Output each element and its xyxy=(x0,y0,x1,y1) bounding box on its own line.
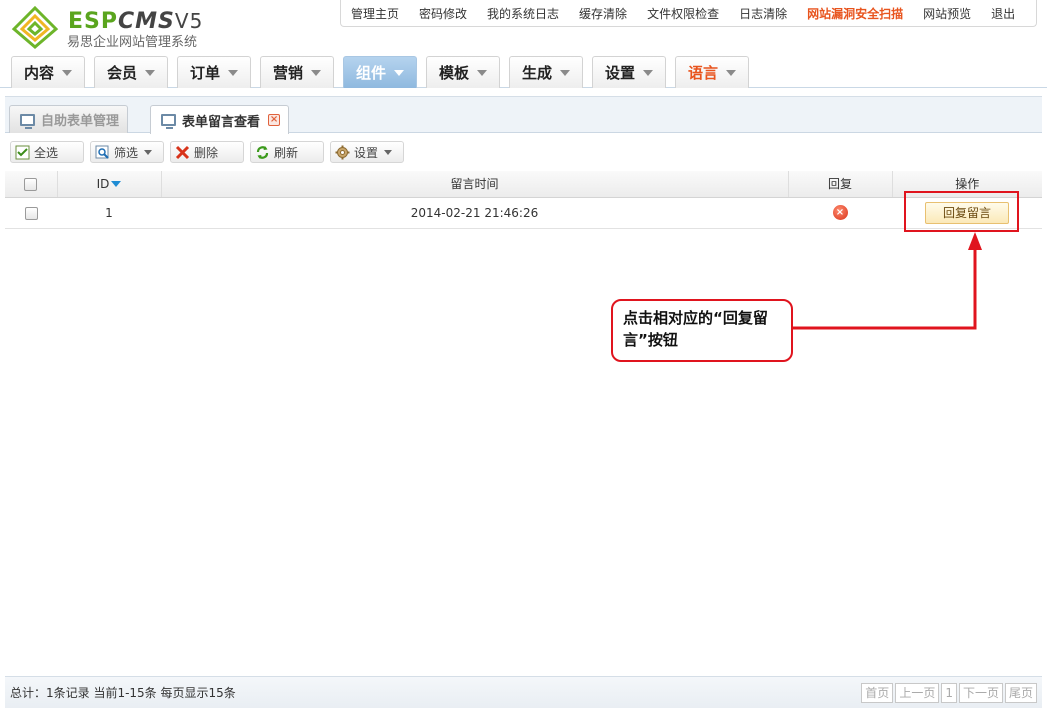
top-link-clear-cache[interactable]: 缓存清除 xyxy=(569,5,637,22)
not-replied-icon: × xyxy=(832,205,848,220)
settings-label: 设置 xyxy=(354,145,379,160)
table-header-row: ID 留言时间 回复 操作 xyxy=(5,171,1042,198)
pager-last[interactable]: 尾页 xyxy=(1004,682,1037,703)
monitor-icon xyxy=(20,113,35,129)
delete-label: 删除 xyxy=(194,145,219,160)
sort-desc-icon[interactable] xyxy=(111,181,122,188)
highlight-box xyxy=(904,191,1019,232)
row-checkbox[interactable] xyxy=(24,206,38,220)
filter-label: 筛选 xyxy=(114,145,139,160)
record-summary: 总计：1条记录 当前1-15条 每页显示15条 xyxy=(10,686,236,700)
column-header-time: 留言时间 xyxy=(161,171,789,198)
chevron-down-icon xyxy=(394,69,404,76)
main-tab-label: 内容 xyxy=(23,64,54,82)
main-tab-settings[interactable]: 设置 xyxy=(592,56,666,88)
top-link-home[interactable]: 管理主页 xyxy=(341,5,409,22)
logo-emblem-icon xyxy=(11,5,59,49)
main-tab-order[interactable]: 订单 xyxy=(177,56,251,88)
pager-page-1[interactable]: 1 xyxy=(941,682,957,703)
chevron-down-icon xyxy=(477,69,487,76)
top-link-logout[interactable]: 退出 xyxy=(981,5,1025,22)
row-reply-status-cell: × xyxy=(788,197,892,229)
top-link-preview[interactable]: 网站预览 xyxy=(913,5,981,22)
main-nav: 内容 会员 订单 营销 组件 模板 生成 设置 语言 xyxy=(0,52,1047,88)
chevron-down-icon xyxy=(145,69,155,76)
tab-form-manage[interactable]: 自助表单管理 xyxy=(9,105,129,133)
tab-form-message-view[interactable]: 表单留言查看 × xyxy=(150,105,290,134)
chevron-down-icon xyxy=(144,149,153,155)
content-panel: 自助表单管理 表单留言查看 × 全选 筛选 删除 刷新 设置 ID 留言时间 回… xyxy=(5,96,1042,708)
header-checkbox-cell xyxy=(5,171,58,198)
chevron-down-icon xyxy=(643,69,653,76)
filter-button[interactable]: 筛选 xyxy=(90,141,164,163)
message-table: ID 留言时间 回复 操作 1 2014-02-21 21:46:26 × 回复… xyxy=(5,171,1042,229)
tab-label: 自助表单管理 xyxy=(41,114,120,129)
monitor-icon xyxy=(161,114,176,129)
top-link-my-log[interactable]: 我的系统日志 xyxy=(477,5,569,22)
top-link-clear-log[interactable]: 日志清除 xyxy=(729,5,797,22)
top-link-file-permission[interactable]: 文件权限检查 xyxy=(637,5,729,22)
main-tab-label: 组件 xyxy=(355,64,386,82)
logo-subtitle: 易思企业网站管理系统 xyxy=(67,35,198,50)
chevron-down-icon xyxy=(726,69,736,76)
row-time: 2014-02-21 21:46:26 xyxy=(161,197,788,229)
select-all-checkbox[interactable] xyxy=(24,177,38,191)
main-tab-label: 模板 xyxy=(438,64,469,82)
main-tab-label: 订单 xyxy=(189,64,220,82)
column-header-id[interactable]: ID xyxy=(57,171,162,198)
refresh-button[interactable]: 刷新 xyxy=(250,141,324,163)
delete-button[interactable]: 删除 xyxy=(170,141,244,163)
main-tab-label: 生成 xyxy=(521,64,552,82)
chevron-down-icon xyxy=(228,69,238,76)
main-tab-label: 会员 xyxy=(106,64,137,82)
close-icon[interactable]: × xyxy=(268,114,281,126)
annotation-callout: 点击相对应的“回复留言”按钮 xyxy=(611,299,793,362)
page: ESPCMSV5 易思企业网站管理系统 管理主页 密码修改 我的系统日志 缓存清… xyxy=(0,0,1047,712)
main-tab-content[interactable]: 内容 xyxy=(11,56,85,88)
delete-x-icon xyxy=(175,145,190,160)
top-link-password[interactable]: 密码修改 xyxy=(409,5,477,22)
main-tab-label: 语言 xyxy=(687,64,718,82)
select-all-icon xyxy=(15,145,30,160)
column-header-id-label: ID xyxy=(96,176,110,191)
main-tab-template[interactable]: 模板 xyxy=(426,56,500,88)
search-icon xyxy=(95,145,110,160)
table-row: 1 2014-02-21 21:46:26 × 回复留言 xyxy=(5,197,1042,229)
logo: ESPCMSV5 易思企业网站管理系统 xyxy=(10,5,220,50)
main-tab-label: 设置 xyxy=(604,64,635,82)
chevron-down-icon xyxy=(384,149,393,155)
main-tab-component[interactable]: 组件 xyxy=(343,56,417,88)
row-checkbox-cell xyxy=(5,197,57,229)
row-id: 1 xyxy=(57,197,161,229)
top-nav: 管理主页 密码修改 我的系统日志 缓存清除 文件权限检查 日志清除 网站漏洞安全… xyxy=(340,0,1037,27)
settings-button[interactable]: 设置 xyxy=(330,141,404,163)
refresh-label: 刷新 xyxy=(274,145,299,160)
main-tab-label: 营销 xyxy=(272,64,303,82)
footer-bar: 总计：1条记录 当前1-15条 每页显示15条 首页 上一页 1 下一页 尾页 xyxy=(5,676,1042,708)
chevron-down-icon xyxy=(560,69,570,76)
select-all-label: 全选 xyxy=(34,145,59,160)
chevron-down-icon xyxy=(311,69,321,76)
toolbar: 全选 筛选 删除 刷新 设置 xyxy=(5,137,1042,169)
top-link-security-scan[interactable]: 网站漏洞安全扫描 xyxy=(797,5,913,22)
main-tab-generate[interactable]: 生成 xyxy=(509,56,583,88)
pager-prev[interactable]: 上一页 xyxy=(895,682,940,703)
refresh-icon xyxy=(255,145,270,160)
select-all-button[interactable]: 全选 xyxy=(10,141,84,163)
pager-next[interactable]: 下一页 xyxy=(958,682,1003,703)
chevron-down-icon xyxy=(62,69,72,76)
main-tab-marketing[interactable]: 营销 xyxy=(260,56,334,88)
pagination: 首页 上一页 1 下一页 尾页 xyxy=(861,682,1037,703)
gear-icon xyxy=(335,145,350,160)
main-tab-member[interactable]: 会员 xyxy=(94,56,168,88)
pager-first[interactable]: 首页 xyxy=(861,682,894,703)
tab-label: 表单留言查看 xyxy=(182,114,261,130)
sub-tab-bar: 自助表单管理 表单留言查看 × xyxy=(5,97,1042,134)
column-header-reply: 回复 xyxy=(788,171,893,198)
main-tab-language[interactable]: 语言 xyxy=(675,56,749,88)
